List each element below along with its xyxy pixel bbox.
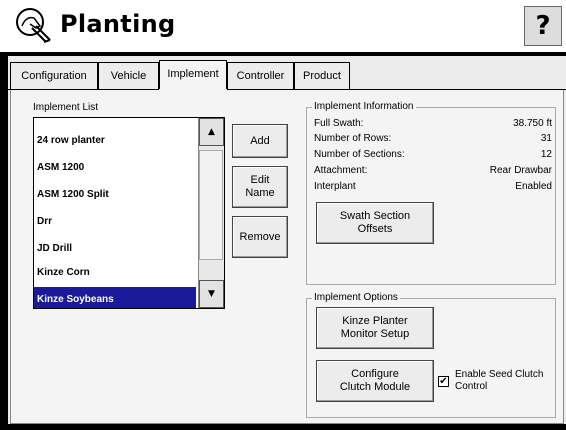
edit-name-button[interactable]: Edit Name xyxy=(232,166,288,208)
list-item[interactable]: JD Drill xyxy=(34,236,196,262)
info-row-attachment: Attachment: Rear Drawbar xyxy=(314,165,552,177)
remove-button[interactable]: Remove xyxy=(232,216,288,258)
info-row-full-swath: Full Swath: 38.750 ft xyxy=(314,118,552,130)
info-value: Enabled xyxy=(515,181,552,192)
planter-hand-icon xyxy=(14,6,58,46)
info-value: 12 xyxy=(540,149,552,160)
info-row-rows: Number of Rows: 31 xyxy=(314,133,552,145)
info-row-sections: Number of Sections: 12 xyxy=(314,149,552,161)
implement-list-label: Implement List xyxy=(33,102,99,113)
info-key: Interplant xyxy=(314,181,356,192)
scrollbar-thumb[interactable] xyxy=(199,150,223,260)
list-item[interactable]: ASM 1200 xyxy=(34,155,196,181)
tab-implement[interactable]: Implement xyxy=(159,60,227,90)
triangle-up-icon: ▲ xyxy=(208,127,215,137)
configure-clutch-module-button[interactable]: Configure Clutch Module xyxy=(316,360,434,402)
info-key: Number of Rows: xyxy=(314,133,392,144)
info-key: Full Swath: xyxy=(314,118,364,129)
info-value: 31 xyxy=(540,133,552,144)
list-item[interactable]: Drr xyxy=(34,209,196,235)
page-title: Planting xyxy=(60,10,176,38)
bottom-border xyxy=(8,424,566,430)
tab-vehicle[interactable]: Vehicle xyxy=(98,62,159,90)
help-button[interactable]: ? xyxy=(524,6,562,46)
tab-configuration[interactable]: Configuration xyxy=(10,62,98,90)
info-value: 38.750 ft xyxy=(513,118,552,129)
add-button[interactable]: Add xyxy=(232,124,288,158)
checkmark-icon: ✔ xyxy=(439,376,448,387)
tab-product[interactable]: Product xyxy=(294,62,350,90)
kinze-planter-monitor-setup-button[interactable]: Kinze Planter Monitor Setup xyxy=(316,307,434,349)
tab-controller[interactable]: Controller xyxy=(227,62,294,90)
scroll-up-button[interactable]: ▲ xyxy=(199,118,224,146)
info-key: Number of Sections: xyxy=(314,149,405,160)
list-item[interactable]: 24 row planter xyxy=(34,128,196,154)
list-item[interactable]: Kinze Corn xyxy=(34,260,196,286)
list-item[interactable]: ASM 1200 Split xyxy=(34,182,196,208)
info-row-interplant: Interplant Enabled xyxy=(314,181,552,193)
enable-seed-clutch-label: Enable Seed Clutch Control xyxy=(455,369,544,392)
implement-options-legend: Implement Options xyxy=(312,292,400,303)
implement-information-legend: Implement Information xyxy=(312,101,416,112)
list-item-selected[interactable]: Kinze Soybeans xyxy=(34,287,196,308)
swath-section-offsets-button[interactable]: Swath Section Offsets xyxy=(316,202,434,244)
triangle-down-icon: ▼ xyxy=(208,289,215,299)
enable-seed-clutch-checkbox[interactable]: ✔ xyxy=(438,376,449,387)
active-tab-gap xyxy=(159,89,227,91)
scroll-down-button[interactable]: ▼ xyxy=(199,280,224,308)
info-value: Rear Drawbar xyxy=(489,165,552,176)
info-key: Attachment: xyxy=(314,165,368,176)
